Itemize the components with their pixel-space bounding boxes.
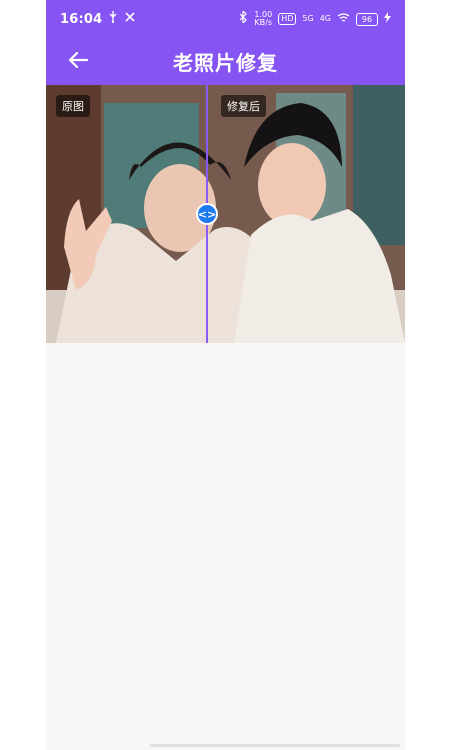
photo-comparison[interactable]: 原图 修复后 <> <box>46 85 405 343</box>
restored-label: 修复后 <box>221 95 266 117</box>
signal-4g: 4G <box>319 14 331 23</box>
signal-5g: 5G <box>302 14 314 23</box>
chevrons-left-right-icon: <> <box>197 207 217 221</box>
comparison-photo <box>46 85 405 343</box>
compare-slider-handle[interactable]: <> <box>196 203 218 225</box>
arrow-left-icon <box>68 51 89 73</box>
wifi-icon <box>337 12 350 27</box>
network-speed-unit: KB/s <box>254 18 273 27</box>
usb-icon <box>108 11 118 27</box>
gesture-bar <box>150 744 400 747</box>
top-bar: 16:04 1.00 KB/s HD 5G 4G 96 老照片修复 <box>46 0 405 85</box>
hd-badge: HD <box>278 13 297 25</box>
original-label: 原图 <box>56 95 90 117</box>
nav-bar: 老照片修复 <box>46 38 405 85</box>
tools-icon <box>124 11 136 27</box>
status-right: 1.00 KB/s HD 5G 4G 96 <box>239 9 391 27</box>
status-time: 16:04 <box>60 11 103 27</box>
bluetooth-icon <box>239 9 248 27</box>
page-title: 老照片修复 <box>173 51 278 75</box>
battery-indicator: 96 <box>356 12 378 26</box>
status-left: 16:04 <box>60 11 136 27</box>
app-screen: 16:04 1.00 KB/s HD 5G 4G 96 老照片修复 原图 修复后… <box>46 0 405 750</box>
status-bar: 16:04 1.00 KB/s HD 5G 4G 96 <box>46 0 405 38</box>
back-button[interactable] <box>62 46 94 78</box>
network-speed: 1.00 KB/s <box>254 11 272 27</box>
charging-icon <box>384 11 391 27</box>
